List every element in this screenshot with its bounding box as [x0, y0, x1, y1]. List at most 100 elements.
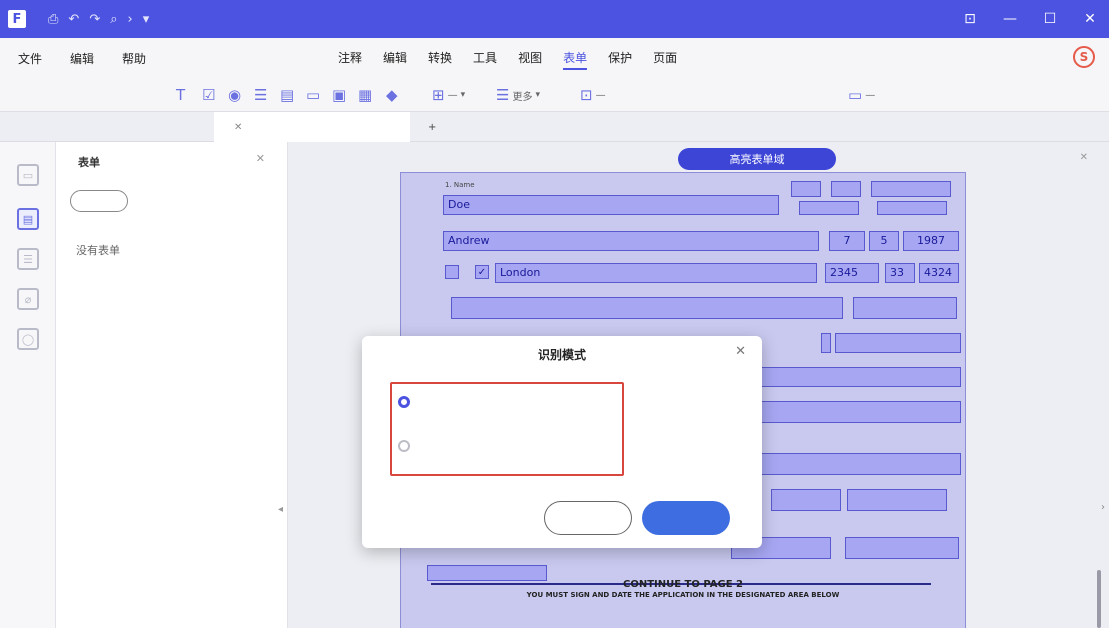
sex-checkbox[interactable] — [445, 265, 459, 279]
maximize-icon[interactable]: ☐ — [1037, 11, 1063, 27]
radio-button-tool[interactable]: ◉ — [228, 84, 241, 106]
undo-icon[interactable]: ↶ — [68, 12, 79, 27]
form-field[interactable] — [821, 333, 831, 353]
preview-tool[interactable]: ▭ — — [848, 84, 875, 106]
button-icon: ▭ — [306, 86, 321, 104]
menu-bar: 文件 编辑 帮助 注释 编辑 转换 工具 视图 表单 保护 页面 S — [0, 38, 1109, 78]
more-icon: ☰ — [496, 86, 510, 104]
form-field[interactable] — [835, 333, 961, 353]
close-icon[interactable]: ✕ — [256, 152, 265, 165]
panel-empty-text: 没有表单 — [76, 244, 120, 257]
radio-button-icon: ◉ — [228, 86, 242, 104]
bookmark-icon[interactable]: ☰ — [17, 248, 39, 270]
menu-tools[interactable]: 工具 — [473, 47, 497, 70]
mailing-address-field[interactable] — [451, 297, 843, 319]
vertical-scrollbar[interactable] — [1097, 570, 1101, 628]
search-icon[interactable]: ⌕ — [110, 12, 117, 27]
collapse-handle-icon[interactable]: ◂ — [278, 504, 283, 515]
close-icon[interactable]: ✕ — [1077, 11, 1103, 27]
menu-comment[interactable]: 注释 — [338, 47, 362, 70]
attachment-icon[interactable]: ⌀ — [17, 288, 39, 310]
form-field[interactable] — [853, 297, 957, 319]
recognize-tool[interactable]: ⊡ — — [580, 84, 606, 106]
quick-access-toolbar: ⎙ ↶ ↷ ⌕ › ▾ — [48, 12, 149, 27]
form-field[interactable] — [871, 181, 951, 197]
checkbox-tool[interactable]: ☑ — [202, 84, 215, 106]
form-field[interactable] — [847, 489, 947, 511]
recognize-icon: ⊡ — [580, 86, 593, 104]
dropdown-icon[interactable]: ▾ — [143, 12, 150, 27]
highlight-fields-button[interactable]: 高亮表单域 — [678, 148, 836, 170]
checkbox-icon: ☑ — [202, 86, 216, 104]
menu-protect[interactable]: 保护 — [608, 47, 632, 70]
ssn-part-3-field[interactable]: 4324 — [919, 263, 959, 283]
ok-button[interactable] — [642, 501, 730, 535]
text-field-tool[interactable]: T — [176, 84, 185, 106]
print-icon[interactable]: ⎙ — [48, 12, 58, 27]
list-box-tool[interactable]: ☰ — [254, 84, 267, 106]
combo-box-icon: ▤ — [280, 86, 295, 104]
search-panel-icon[interactable]: ◯ — [17, 328, 39, 350]
cancel-button[interactable] — [544, 501, 632, 535]
thumbnail-icon[interactable]: ▭ — [17, 164, 39, 186]
menu-convert[interactable]: 转换 — [428, 47, 452, 70]
form-field[interactable] — [791, 181, 821, 197]
form-field[interactable] — [877, 201, 947, 215]
panel-action-button[interactable] — [70, 190, 128, 212]
tab-document-2[interactable]: ✕ — [214, 112, 410, 142]
ssn-part-2-field[interactable]: 33 — [885, 263, 915, 283]
window-controls: ⊡ — ☐ ✕ — [957, 0, 1103, 38]
close-icon[interactable]: ✕ — [735, 344, 746, 359]
close-icon[interactable]: ✕ — [1080, 152, 1088, 163]
form-field-panel: 表单 ✕ 没有表单 ◂ — [56, 142, 288, 628]
menu-edit-doc[interactable]: 编辑 — [383, 47, 407, 70]
mode-option-group — [390, 382, 624, 476]
page-nav-arrow-icon[interactable]: › — [1101, 502, 1105, 513]
option-2-radio[interactable] — [398, 440, 410, 452]
tab-document-1[interactable] — [14, 112, 204, 142]
button-tool[interactable]: ▭ — [306, 84, 320, 106]
dob-day-field[interactable]: 5 — [869, 231, 899, 251]
more-label: 更多 — [512, 91, 533, 103]
dob-year-field[interactable]: 1987 — [903, 231, 959, 251]
option-1-radio[interactable] — [398, 396, 410, 408]
menu-form[interactable]: 表单 — [563, 47, 588, 70]
redo-icon[interactable]: ↷ — [89, 12, 100, 27]
restore-icon[interactable]: ⊡ — [957, 11, 983, 27]
form-field[interactable] — [751, 367, 961, 387]
user-avatar[interactable]: S — [1073, 46, 1095, 68]
combo-box-tool[interactable]: ▤ — [280, 84, 294, 106]
date-field-tool[interactable]: ▦ — [358, 84, 372, 106]
ssn-part-1-field[interactable]: 2345 — [825, 263, 879, 283]
menu-help[interactable]: 帮助 — [122, 48, 146, 69]
first-name-field[interactable]: Andrew — [443, 231, 819, 251]
date-field-icon: ▦ — [358, 86, 373, 104]
sex-checkbox[interactable]: ✓ — [475, 265, 489, 279]
menu-page[interactable]: 页面 — [653, 47, 677, 70]
form-panel-icon[interactable]: ▤ — [17, 208, 39, 230]
last-name-field[interactable]: Doe — [443, 195, 779, 215]
chevron-right-icon[interactable]: › — [128, 12, 133, 27]
close-icon[interactable]: ✕ — [234, 122, 242, 133]
birthplace-field[interactable]: London — [495, 263, 817, 283]
menu-view[interactable]: 视图 — [518, 47, 542, 70]
align-icon: ⊞ — [432, 86, 445, 104]
menu-file[interactable]: 文件 — [18, 48, 42, 69]
text-field-icon: T — [176, 86, 186, 104]
image-field-icon: ▣ — [332, 86, 347, 104]
form-field[interactable] — [831, 181, 861, 197]
align-tool[interactable]: ⊞ — ▾ — [432, 84, 465, 106]
dob-month-field[interactable]: 7 — [829, 231, 865, 251]
form-field[interactable] — [751, 401, 961, 423]
minimize-icon[interactable]: — — [997, 11, 1023, 27]
preview-label: — — [865, 89, 876, 101]
form-field[interactable] — [751, 453, 961, 475]
more-tool[interactable]: ☰ 更多 ▾ — [496, 84, 540, 106]
form-field[interactable] — [845, 537, 959, 559]
form-field[interactable] — [799, 201, 859, 215]
image-field-tool[interactable]: ▣ — [332, 84, 346, 106]
new-tab-button[interactable]: + — [418, 112, 448, 142]
menu-edit[interactable]: 编辑 — [70, 48, 94, 69]
signature-field-tool[interactable]: ◆ — [386, 84, 398, 106]
form-field[interactable] — [771, 489, 841, 511]
